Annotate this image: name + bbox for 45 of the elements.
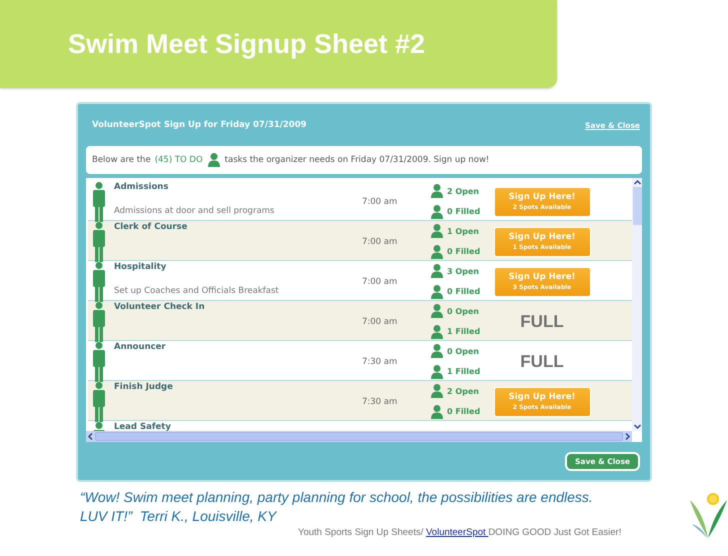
todo-count: (45) TO DO	[154, 155, 203, 165]
task-time: 7:00 am	[361, 316, 398, 326]
vertical-scrollbar[interactable]	[632, 178, 642, 431]
slot-count: 2 Open	[447, 386, 479, 396]
scroll-thumb[interactable]	[632, 187, 642, 225]
slot-count: 0 Open	[447, 346, 479, 356]
task-name: Volunteer Check In	[114, 301, 206, 313]
horizontal-scrollbar[interactable]	[86, 431, 632, 442]
task-time: 7:30 am	[361, 396, 398, 406]
slot-count: 2 Open	[447, 186, 479, 196]
slot-count: 0 Open	[447, 306, 479, 316]
slide-title: Swim Meet Signup Sheet #2	[68, 28, 426, 60]
scroll-right-icon	[623, 432, 632, 441]
scroll-thumb[interactable]	[95, 432, 623, 441]
slot-count: 0 Filled	[447, 287, 480, 296]
task-name: Lead Safety	[114, 421, 172, 431]
testimonial-quote: “Wow! Swim meet planning, party planning for school, the possibilities are endless. LUV IT!” Terri K., Louisville, KY	[80, 488, 594, 526]
slot-count: 1 Open	[447, 226, 479, 236]
tagline-text: Youth Sports Sign Up Sheets/ VolunteerSpot DOING GOOD Just Got Easier!	[298, 527, 622, 538]
task-name: Announcer	[114, 341, 167, 353]
task-name: Finish Judge	[114, 381, 174, 393]
slot-count: 1 Filled	[447, 327, 480, 336]
intro-text: Below are the	[92, 155, 151, 165]
task-name: Clerk of Course	[114, 221, 188, 233]
scroll-up-icon	[632, 178, 642, 187]
task-time: 7:30 am	[361, 356, 398, 366]
slot-count: 1 Filled	[447, 367, 480, 376]
intro-text: tasks the organizer needs on Friday 07/31/2009. Sign up now!	[224, 155, 490, 165]
slot-count: 0 Filled	[447, 407, 480, 416]
task-name: Hospitality	[114, 261, 168, 273]
task-description: Set up Coaches and Officials Breakfast	[114, 286, 280, 296]
full-status: FULL	[520, 312, 564, 332]
volunteerspot-link[interactable]: VolunteerSpot	[426, 527, 488, 538]
task-name: Admissions	[114, 181, 170, 193]
dialog-title: VolunteerSpot Sign Up for Friday 07/31/2009	[92, 120, 307, 130]
scroll-down-icon	[632, 422, 642, 431]
slot-count: 0 Filled	[447, 207, 480, 216]
task-description: Admissions at door and sell programs	[114, 206, 276, 216]
task-time: 7:00 am	[361, 276, 398, 286]
task-time: 7:00 am	[361, 196, 398, 206]
slot-count: 3 Open	[447, 266, 479, 276]
task-time: 7:00 am	[361, 236, 398, 246]
scroll-left-icon	[86, 432, 95, 441]
full-status: FULL	[520, 352, 564, 372]
slot-count: 0 Filled	[447, 247, 480, 256]
